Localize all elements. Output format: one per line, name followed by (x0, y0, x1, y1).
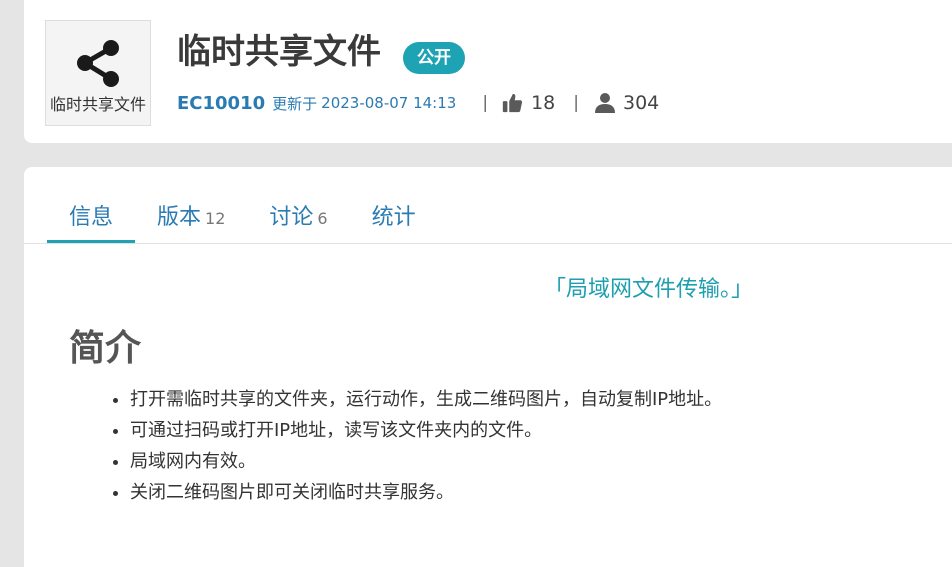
app-title: 临时共享文件 (177, 32, 381, 72)
like-count: 18 (531, 92, 556, 114)
tab-count: 6 (317, 209, 328, 228)
tab-versions[interactable]: 版本 12 (135, 193, 247, 244)
author-link[interactable]: EC10010 (177, 93, 265, 114)
tabs-divider (24, 243, 952, 244)
app-header-card: 临时共享文件 临时共享文件 公开 EC10010 更新于 2023-08-07 … (24, 0, 952, 143)
user-count: 304 (622, 92, 660, 114)
tab-statistics[interactable]: 统计 (350, 193, 438, 244)
tab-label: 统计 (371, 205, 416, 230)
updated-label: 更新于 (272, 94, 318, 113)
list-item: 局域网内有效。 (130, 446, 722, 477)
user-icon (594, 93, 615, 113)
app-icon-caption: 临时共享文件 (49, 95, 146, 114)
tagline: 「局域网文件传输。」 (544, 277, 754, 302)
user-stat: 304 (594, 92, 660, 114)
updated-time: 2023-08-07 14:13 (321, 94, 457, 112)
meta-separator: | (482, 93, 489, 113)
tab-label: 讨论 (269, 205, 314, 230)
share-icon (77, 40, 119, 87)
tab-bar: 信息 版本 12 讨论 6 统计 (47, 193, 438, 244)
list-item: 关闭二维码图片即可关闭临时共享服务。 (130, 477, 722, 508)
tab-label: 信息 (69, 205, 114, 230)
visibility-badge: 公开 (403, 42, 465, 74)
content-card: 信息 版本12 讨论6 统计 「局域网文件传输。」 简介 打开需临时共享的文件夹… (24, 167, 952, 567)
list-item: 可通过扫码或打开IP地址，读写该文件夹内的文件。 (130, 415, 722, 446)
app-icon: 临时共享文件 (45, 20, 151, 126)
tab-count: 12 (205, 209, 226, 228)
like-stat[interactable]: 18 (501, 92, 555, 114)
meta-separator: | (573, 93, 579, 113)
tab-info[interactable]: 信息 (47, 193, 136, 244)
thumbs-up-icon (502, 93, 523, 113)
feature-list: 打开需临时共享的文件夹，运行动作，生成二维码图片，自动复制IP地址。 可通过扫码… (104, 384, 722, 508)
list-item: 打开需临时共享的文件夹，运行动作，生成二维码图片，自动复制IP地址。 (130, 384, 722, 415)
app-meta-row: EC10010 更新于 2023-08-07 14:13 | 18 | 304 (177, 90, 659, 116)
tab-label: 版本 (157, 205, 202, 230)
section-heading: 简介 (69, 328, 142, 369)
tab-discussion[interactable]: 讨论 6 (247, 193, 349, 244)
